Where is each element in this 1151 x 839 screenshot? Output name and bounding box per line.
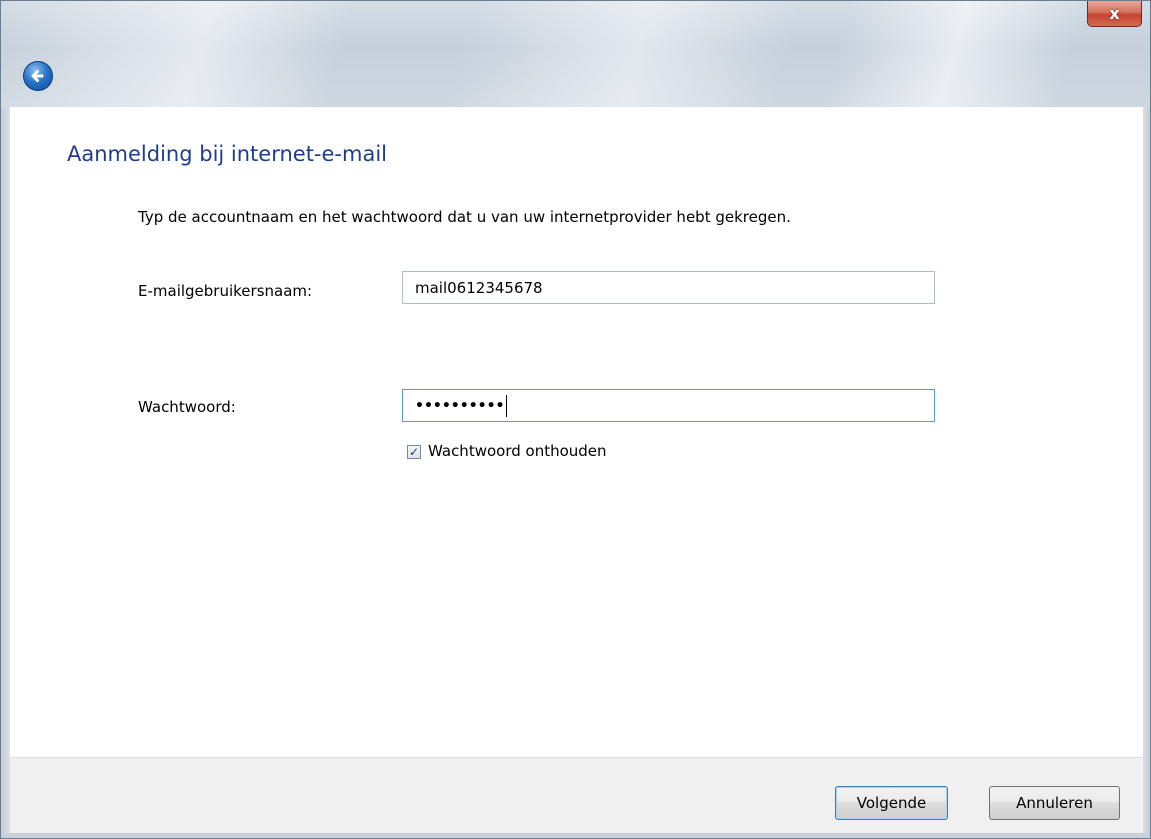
password-input[interactable]: •••••••••• (402, 389, 935, 422)
back-arrow-icon (31, 70, 44, 82)
window-frame-bottom (1, 833, 1150, 838)
next-button[interactable]: Volgende (835, 786, 948, 820)
back-button[interactable] (23, 61, 53, 91)
remember-password-checkbox[interactable]: ✓ (407, 445, 421, 459)
dialog-window: x Aanmelding bij internet-e-mail Typ de … (0, 0, 1151, 839)
password-value: •••••••••• (415, 397, 505, 414)
checkmark-icon: ✓ (408, 445, 420, 459)
window-frame-left (1, 107, 10, 838)
button-bar (10, 757, 1143, 833)
username-label: E-mailgebruikersnaam: (138, 282, 313, 300)
cancel-button[interactable]: Annuleren (989, 786, 1120, 820)
window-frame-right (1143, 107, 1150, 838)
page-title: Aanmelding bij internet-e-mail (67, 142, 388, 166)
close-icon: x (1109, 4, 1120, 23)
title-bar[interactable] (1, 1, 1150, 107)
instruction-text: Typ de accountnaam en het wachtwoord dat… (138, 208, 791, 226)
username-input[interactable]: mail0612345678 (402, 271, 935, 304)
wizard-content (10, 107, 1143, 758)
username-value: mail0612345678 (415, 278, 543, 297)
remember-password-label[interactable]: Wachtwoord onthouden (428, 442, 607, 460)
close-button[interactable]: x (1087, 1, 1142, 27)
password-label: Wachtwoord: (138, 398, 236, 416)
text-caret (506, 394, 508, 417)
